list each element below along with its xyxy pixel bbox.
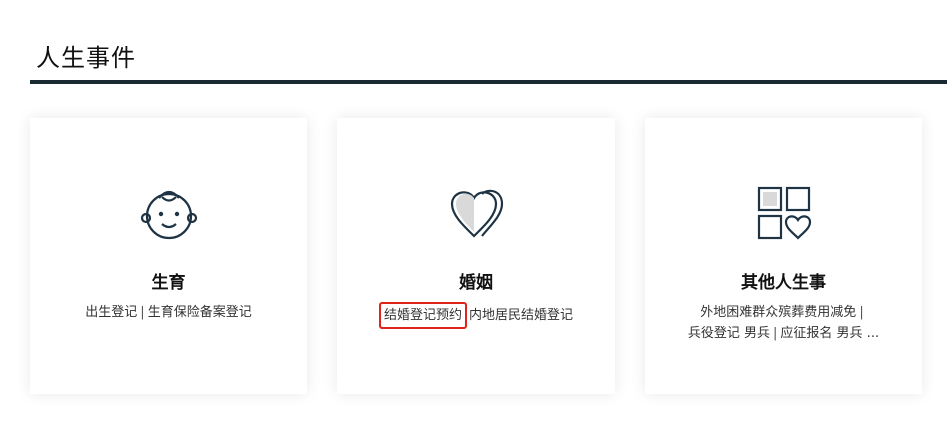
card-title: 其他人生事 [741,273,826,293]
hearts-icon [450,189,504,238]
card-title: 婚姻 [459,273,493,293]
card-links: 外地困难群众殡葬费用减免 | 兵役登记 男兵 | 应征报名 男兵 ... [687,305,880,341]
link-funeral-fee-reduction[interactable]: 外地困难群众殡葬费用减免 [700,305,856,320]
card-marriage[interactable]: 婚姻 结婚登记预约 内地居民结婚登记 [337,118,615,394]
card-birth[interactable]: 生育 出生登记 | 生育保险备案登记 [30,118,307,394]
link-maternity-insurance[interactable]: 生育保险备案登记 [148,305,252,320]
grid-heart-icon [757,186,811,240]
link-mainland-marriage-registration[interactable]: 内地居民结婚登记 [469,308,573,323]
link-military-registration[interactable]: 兵役登记 男兵 [688,326,770,341]
section-title: 人生事件 [36,44,136,72]
card-links: 结婚登记预约 内地居民结婚登记 [347,302,605,329]
link-marriage-appointment[interactable]: 结婚登记预约 [378,302,467,329]
section-divider [30,80,947,84]
link-birth-registration[interactable]: 出生登记 [85,305,137,320]
baby-face-icon [140,190,197,240]
link-conscription-application[interactable]: 应征报名 男兵 ... [780,326,879,341]
card-title: 生育 [151,273,186,293]
card-links: 出生登记 | 生育保险备案登记 [85,305,252,320]
card-other-life-events[interactable]: 其他人生事 外地困难群众殡葬费用减免 | 兵役登记 男兵 | 应征报名 男兵 ... [645,118,922,394]
